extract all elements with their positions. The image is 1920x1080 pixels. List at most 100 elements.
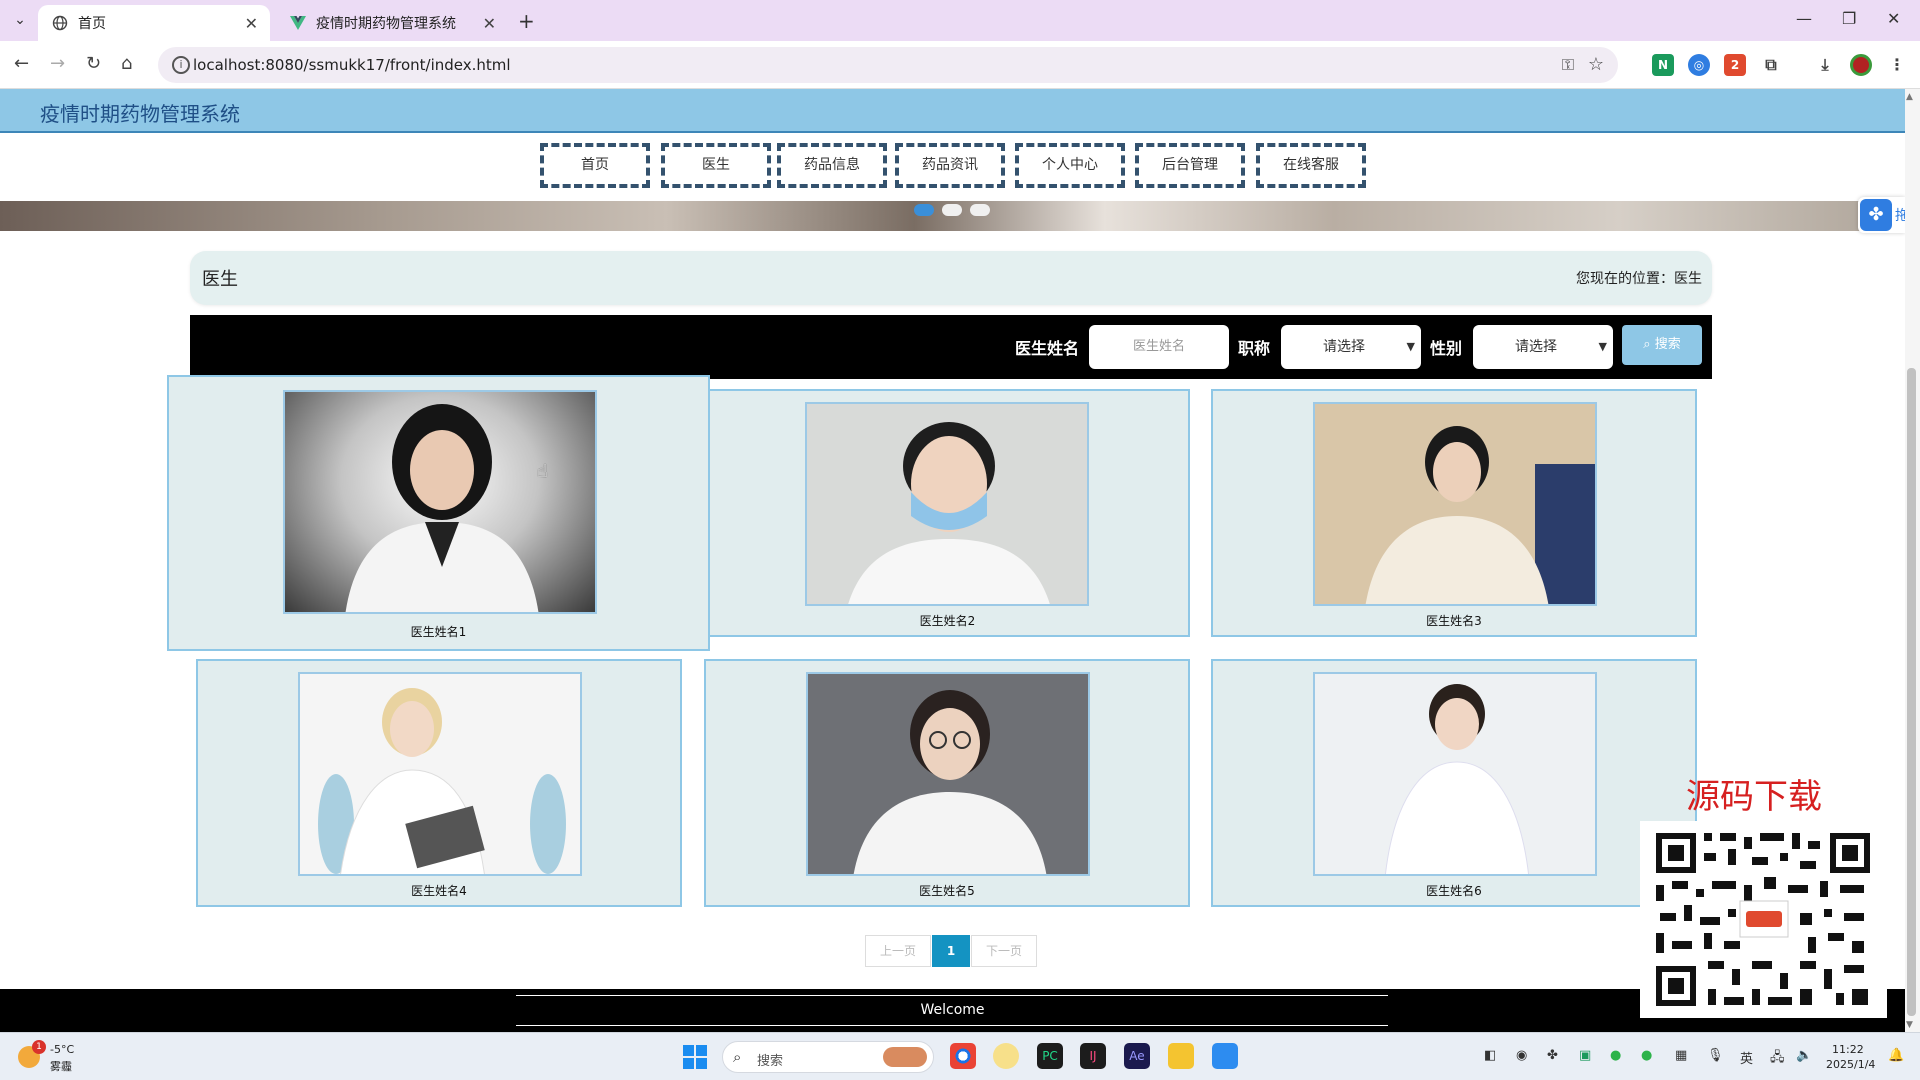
extensions-puzzle-icon[interactable]: ⧉	[1760, 54, 1782, 76]
doctor-card[interactable]: 医生姓名5	[704, 659, 1190, 907]
next-page-button[interactable]: 下一页	[971, 935, 1037, 967]
password-key-icon[interactable]: ⚿	[1562, 55, 1574, 75]
photos-app-icon[interactable]	[1212, 1043, 1238, 1069]
doctor-card[interactable]: 医生姓名1 ☝	[167, 375, 710, 651]
carousel-dot-3[interactable]	[970, 204, 990, 216]
forward-icon[interactable]: →	[50, 53, 65, 74]
more-menu-icon[interactable]: ⋮	[1886, 54, 1908, 76]
doctor-name: 医生姓名4	[411, 884, 467, 898]
tab-search-button[interactable]: ⌄	[8, 8, 32, 32]
doctor-portrait-image	[345, 404, 539, 612]
site-info-icon[interactable]: i	[172, 56, 190, 74]
profile-avatar-icon[interactable]	[1850, 54, 1872, 76]
doctor-photo[interactable]	[298, 672, 582, 876]
minimize-icon[interactable]: —	[1796, 9, 1812, 28]
chrome-icon[interactable]	[950, 1043, 976, 1069]
doctor-photo[interactable]	[806, 672, 1090, 876]
scroll-down-icon[interactable]: ▼	[1906, 1020, 1913, 1030]
doctor-photo[interactable]	[805, 402, 1089, 606]
doctor-photo[interactable]	[283, 390, 597, 614]
extension-n-icon[interactable]: N	[1652, 54, 1674, 76]
carousel-dot-1[interactable]	[914, 204, 934, 216]
reload-icon[interactable]: ↻	[86, 53, 101, 74]
ime-indicator[interactable]: 英	[1740, 1048, 1753, 1067]
clock-date[interactable]: 2025/1/4	[1826, 1058, 1875, 1071]
doctor-name: 医生姓名1	[410, 625, 467, 639]
nav-item-personal-center[interactable]: 个人中心	[1015, 143, 1125, 188]
microphone-icon[interactable]: 🎙	[1707, 1048, 1724, 1063]
float-drag-button[interactable]: ✤ 拖	[1858, 197, 1905, 233]
restore-icon[interactable]: ❐	[1842, 9, 1856, 28]
title-select[interactable]: 请选择 ▼	[1281, 325, 1421, 369]
carousel-dot-2[interactable]	[942, 204, 962, 216]
app-icon[interactable]	[993, 1043, 1019, 1069]
back-icon[interactable]: ←	[14, 53, 29, 74]
notification-bell-icon[interactable]: 🔔	[1888, 1048, 1904, 1063]
wechat-tray-icon[interactable]: ●	[1610, 1048, 1621, 1063]
home-icon[interactable]: ⌂	[121, 53, 132, 74]
nav-item-doctor[interactable]: 医生	[661, 143, 771, 188]
doctor-card[interactable]: 医生姓名4	[196, 659, 682, 907]
windows-start-icon[interactable]	[683, 1045, 707, 1069]
file-explorer-icon[interactable]	[1168, 1043, 1194, 1069]
taskbar-search[interactable]: ⌕ 搜索	[722, 1041, 934, 1073]
extension-translate-icon[interactable]: ◎	[1688, 54, 1710, 76]
intellij-icon[interactable]: IJ	[1080, 1043, 1106, 1069]
close-tab-icon[interactable]: ✕	[245, 14, 258, 33]
vue-logo-icon	[290, 15, 306, 31]
chevron-down-icon: ▼	[1598, 340, 1607, 353]
doctor-card[interactable]: 医生姓名2	[705, 389, 1190, 637]
nav-item-admin[interactable]: 后台管理	[1135, 143, 1245, 188]
tab-title: 疫情时期药物管理系统	[316, 16, 456, 32]
clock-time[interactable]: 11:22	[1832, 1043, 1864, 1056]
tray-app-icon[interactable]: ▦	[1675, 1048, 1687, 1063]
volume-icon[interactable]: 🔈	[1796, 1048, 1812, 1063]
doctor-portrait-image	[300, 674, 580, 874]
doctor-photo[interactable]	[1313, 672, 1597, 876]
address-bar-row: ← → ↻ ⌂ i localhost:8080/ssmukk17/front/…	[0, 41, 1920, 89]
search-button[interactable]: ⌕ 搜索	[1622, 325, 1702, 365]
after-effects-icon[interactable]: Ae	[1124, 1043, 1150, 1069]
tab-system[interactable]: 疫情时期药物管理系统 ✕	[276, 5, 508, 41]
search-button-label: 搜索	[1654, 337, 1681, 352]
download-icon[interactable]: ⤓	[1814, 54, 1836, 76]
url-field[interactable]: i localhost:8080/ssmukk17/front/index.ht…	[158, 47, 1618, 83]
doctor-card[interactable]: 医生姓名3	[1211, 389, 1697, 637]
network-icon[interactable]: 🖧	[1770, 1048, 1785, 1070]
doctor-name-input[interactable]: 医生姓名	[1089, 325, 1229, 369]
pycharm-icon[interactable]: PC	[1037, 1043, 1063, 1069]
doctor-name: 医生姓名3	[1426, 614, 1482, 628]
tray-app-icon[interactable]: ▣	[1579, 1048, 1591, 1063]
scrollbar-thumb[interactable]	[1907, 368, 1916, 1016]
title-select-value: 请选择	[1323, 339, 1365, 355]
nav-item-home[interactable]: 首页	[540, 143, 650, 188]
page-1-button[interactable]: 1	[932, 935, 970, 967]
extension-red-icon[interactable]: 2	[1724, 54, 1746, 76]
close-window-icon[interactable]: ✕	[1887, 9, 1900, 28]
tab-home[interactable]: 首页 ✕	[38, 5, 270, 41]
nav-item-online-service[interactable]: 在线客服	[1256, 143, 1366, 188]
link-nodes-icon: ✤	[1860, 199, 1892, 231]
section-heading: 医生	[202, 269, 238, 290]
doctor-photo[interactable]	[1313, 402, 1597, 606]
close-tab-icon[interactable]: ✕	[483, 14, 496, 33]
weather-desc: 雾霾	[50, 1060, 72, 1073]
gender-label: 性别	[1430, 339, 1463, 358]
nav-item-drug-info[interactable]: 药品信息	[777, 143, 887, 188]
doctor-card[interactable]: 医生姓名6	[1211, 659, 1697, 907]
new-tab-icon[interactable]: +	[518, 9, 535, 33]
nav-item-drug-news[interactable]: 药品资讯	[895, 143, 1005, 188]
qr-code-image[interactable]	[1640, 821, 1887, 1018]
tray-app-icon[interactable]: ✤	[1547, 1048, 1558, 1063]
gender-select[interactable]: 请选择 ▼	[1473, 325, 1613, 369]
current-position: 您现在的位置：医生	[1576, 271, 1702, 287]
tray-app-icon[interactable]: ◉	[1516, 1048, 1527, 1063]
source-download-title: 源码下载	[1686, 777, 1822, 817]
prev-page-button[interactable]: 上一页	[865, 935, 931, 967]
scroll-up-icon[interactable]: ▲	[1906, 92, 1913, 102]
wechat-tray-icon[interactable]: ●	[1641, 1048, 1652, 1063]
tab-title: 首页	[78, 16, 106, 32]
tray-app-icon[interactable]: ◧	[1484, 1048, 1496, 1063]
main-nav: 首页 医生 药品信息 药品资讯 个人中心 后台管理 在线客服	[0, 133, 1905, 201]
bookmark-star-icon[interactable]: ☆	[1588, 54, 1604, 75]
